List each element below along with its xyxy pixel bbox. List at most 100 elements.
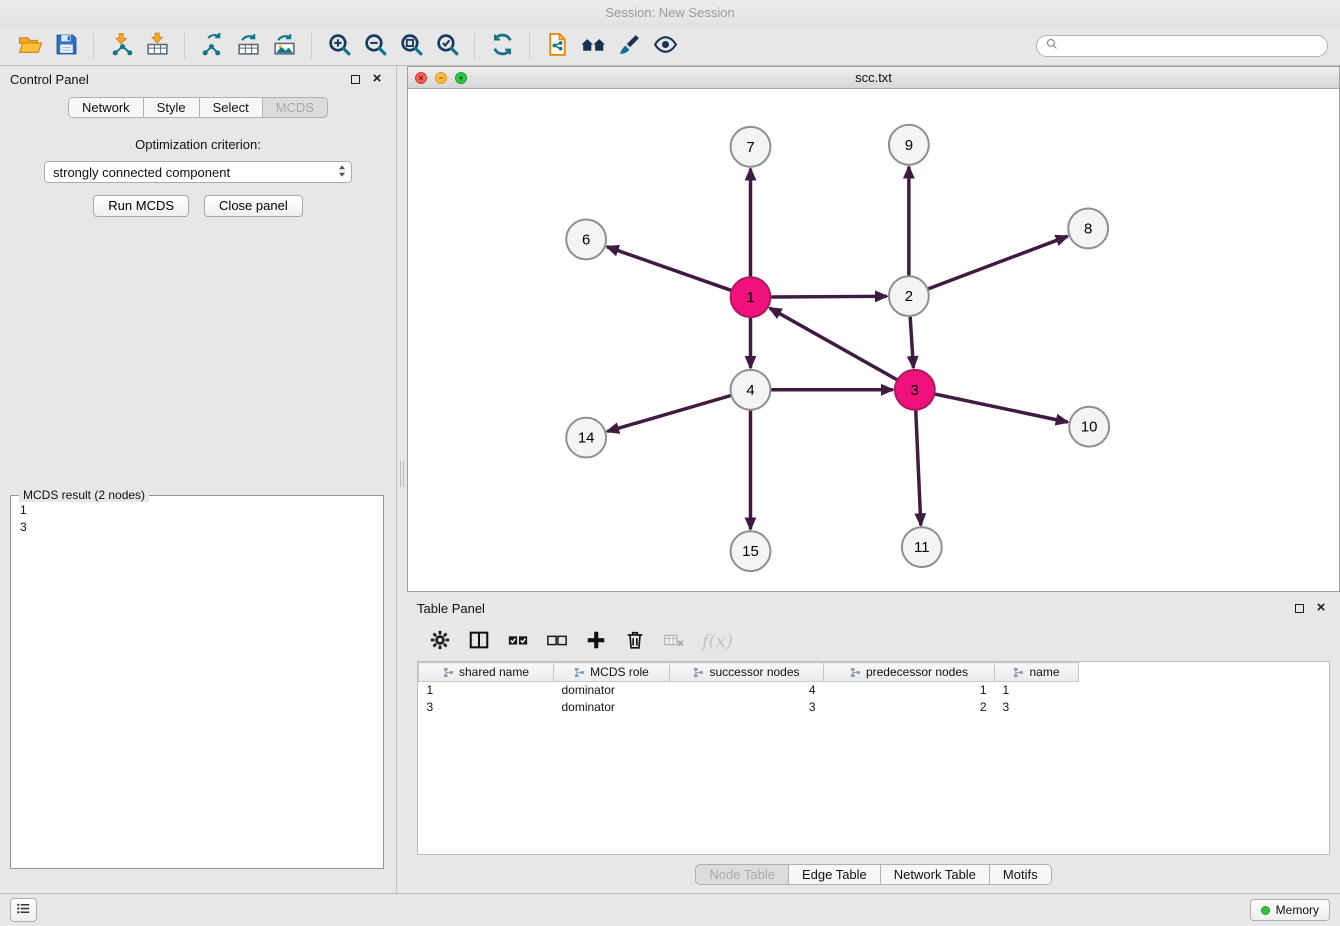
table-cell[interactable]: dominator — [554, 699, 670, 716]
toolbar-search[interactable] — [1036, 35, 1328, 57]
node-9[interactable]: 9 — [889, 125, 929, 165]
node-14[interactable]: 14 — [566, 418, 606, 458]
edge-3-11[interactable] — [916, 410, 921, 526]
delete-column-button[interactable] — [624, 629, 646, 654]
zoom-out-button[interactable] — [357, 29, 393, 63]
table-cell[interactable]: 3 — [670, 699, 824, 716]
svg-text:1: 1 — [746, 289, 754, 306]
table-settings-button[interactable] — [429, 629, 451, 654]
edge-2-8[interactable] — [927, 236, 1067, 289]
close-panel-button[interactable]: Close panel — [204, 195, 303, 217]
zoom-fit-button[interactable] — [393, 29, 429, 63]
zoom-window-icon[interactable]: + — [455, 72, 467, 84]
table-cell[interactable]: 1 — [995, 682, 1079, 699]
dropdown-arrows-icon — [337, 163, 347, 182]
tab-network[interactable]: Network — [68, 97, 144, 118]
column-header-mcds-role[interactable]: MCDS role — [554, 663, 670, 682]
column-header-shared-name[interactable]: shared name — [419, 663, 554, 682]
search-input[interactable] — [1064, 38, 1318, 54]
mcds-result-text[interactable]: 1 3 — [11, 496, 383, 542]
tab-style[interactable]: Style — [144, 97, 200, 118]
edge-2-3[interactable] — [910, 316, 913, 368]
node-4[interactable]: 4 — [731, 370, 771, 410]
close-window-icon[interactable]: × — [415, 72, 427, 84]
edge-1-2[interactable] — [770, 296, 887, 297]
list-icon — [16, 901, 31, 919]
export-table-button[interactable] — [230, 29, 266, 63]
table-row[interactable]: 3dominator323 — [419, 699, 1079, 716]
tab-motifs[interactable]: Motifs — [990, 864, 1052, 885]
table-cell[interactable]: 1 — [824, 682, 995, 699]
import-table-button[interactable] — [139, 29, 175, 63]
zoom-selected-button[interactable] — [429, 29, 465, 63]
tab-network-table[interactable]: Network Table — [881, 864, 990, 885]
table-cell[interactable]: 3 — [419, 699, 554, 716]
table-cell[interactable]: 2 — [824, 699, 995, 716]
network-document-button[interactable] — [539, 29, 575, 63]
edge-3-1[interactable] — [770, 308, 898, 380]
table-cell[interactable]: 1 — [419, 682, 554, 699]
network-window-titlebar[interactable]: × − + scc.txt — [408, 67, 1339, 89]
show-columns-button[interactable] — [468, 629, 490, 654]
save-button[interactable] — [48, 29, 84, 63]
home-button[interactable] — [575, 29, 611, 63]
node-2[interactable]: 2 — [889, 276, 929, 316]
node-7[interactable]: 7 — [731, 127, 771, 167]
float-panel-icon[interactable] — [346, 71, 364, 87]
svg-text:9: 9 — [905, 137, 913, 154]
export-network-button[interactable] — [194, 29, 230, 63]
tab-node-table[interactable]: Node Table — [695, 864, 789, 885]
apply-function-button[interactable]: f(x) — [702, 631, 733, 652]
edge-1-6[interactable] — [607, 247, 732, 291]
edge-3-10[interactable] — [934, 394, 1067, 422]
mcds-result-title: MCDS result (2 nodes) — [19, 488, 149, 502]
svg-text:2: 2 — [905, 288, 913, 305]
node-table: shared name MCDS role successor nodes pr… — [418, 662, 1079, 716]
column-header-predecessor-nodes[interactable]: predecessor nodes — [824, 663, 995, 682]
tab-mcds[interactable]: MCDS — [263, 97, 328, 118]
open-file-button[interactable] — [12, 29, 48, 63]
paint-style-button[interactable] — [611, 29, 647, 63]
node-1[interactable]: 1 — [731, 277, 771, 317]
table-row[interactable]: 1dominator411 — [419, 682, 1079, 699]
edge-4-14[interactable] — [607, 395, 731, 431]
network-canvas[interactable]: 7 9 6 8 1 2 4 3 10 14 15 11 — [409, 90, 1338, 590]
table-cell[interactable]: 4 — [670, 682, 824, 699]
run-mcds-button[interactable]: Run MCDS — [93, 195, 189, 217]
minimize-window-icon[interactable]: − — [435, 72, 447, 84]
tab-select[interactable]: Select — [200, 97, 263, 118]
node-8[interactable]: 8 — [1068, 209, 1108, 249]
node-11[interactable]: 11 — [902, 527, 942, 567]
add-column-button[interactable] — [585, 629, 607, 654]
task-history-button[interactable] — [10, 898, 37, 922]
memory-button[interactable]: Memory — [1250, 899, 1330, 921]
node-15[interactable]: 15 — [731, 531, 771, 571]
table-cell[interactable]: dominator — [554, 682, 670, 699]
close-table-panel-icon[interactable]: × — [1312, 600, 1330, 616]
export-image-icon — [272, 32, 297, 60]
node-6[interactable]: 6 — [566, 219, 606, 259]
node-3[interactable]: 3 — [895, 370, 935, 410]
deselect-all-button[interactable] — [546, 629, 568, 654]
delete-table-button[interactable] — [663, 629, 685, 654]
select-all-button[interactable] — [507, 629, 529, 654]
close-panel-icon[interactable]: × — [368, 71, 386, 87]
toolbar-separator — [93, 33, 94, 59]
float-table-panel-icon[interactable] — [1290, 600, 1308, 616]
export-network-icon — [200, 32, 225, 60]
table-cell[interactable]: 3 — [995, 699, 1079, 716]
main-toolbar — [0, 26, 1340, 66]
show-hide-button[interactable] — [647, 29, 683, 63]
node-10[interactable]: 10 — [1069, 407, 1109, 447]
vertical-splitter[interactable] — [397, 66, 407, 893]
zoom-in-button[interactable] — [321, 29, 357, 63]
export-image-button[interactable] — [266, 29, 302, 63]
tab-edge-table[interactable]: Edge Table — [789, 864, 881, 885]
column-header-successor-nodes[interactable]: successor nodes — [670, 663, 824, 682]
import-network-button[interactable] — [103, 29, 139, 63]
column-header-name[interactable]: name — [995, 663, 1079, 682]
toolbar-separator — [311, 33, 312, 59]
optimization-criterion-dropdown[interactable]: strongly connected component — [44, 161, 352, 183]
refresh-layout-button[interactable] — [484, 29, 520, 63]
import-network-icon — [109, 32, 134, 60]
